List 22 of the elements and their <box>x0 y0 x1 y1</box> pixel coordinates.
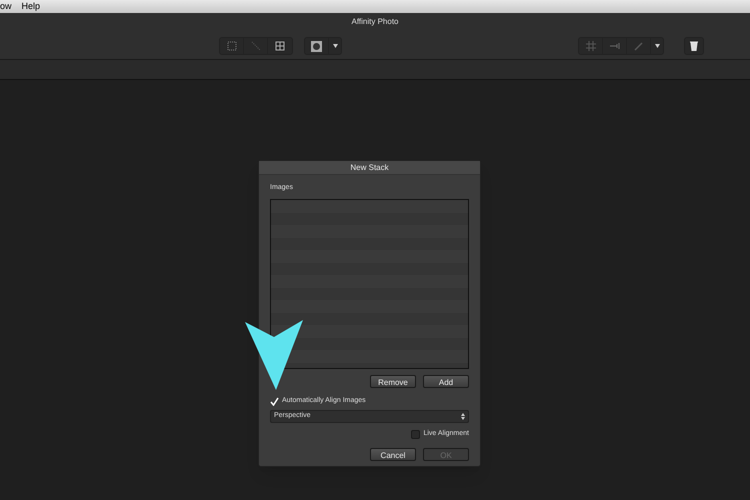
align-icon[interactable] <box>610 41 620 51</box>
menu-item[interactable]: ow <box>0 0 12 13</box>
stepper-icon <box>461 413 465 420</box>
dialog-button[interactable]: Remove <box>370 375 416 388</box>
checkbox[interactable] <box>411 430 420 438</box>
dropdown-caret-icon[interactable] <box>654 44 660 48</box>
selection-tools-group[interactable] <box>219 37 293 55</box>
trash-button[interactable] <box>684 37 704 55</box>
checkmark-icon <box>270 396 279 406</box>
menu-item[interactable]: Help <box>22 0 40 13</box>
trash-icon <box>690 41 698 51</box>
mask-tools-group[interactable] <box>304 37 342 55</box>
grid-select-icon[interactable] <box>275 41 285 51</box>
window-title: Affinity Photo <box>352 16 398 28</box>
dialog-button[interactable]: Cancel <box>370 448 416 461</box>
image-list[interactable] <box>270 199 469 369</box>
dropdown-caret-icon[interactable] <box>332 44 338 48</box>
dialog-button[interactable]: Add <box>423 375 469 388</box>
rectangle-select-icon[interactable] <box>226 41 236 51</box>
mask-icon[interactable] <box>311 40 322 52</box>
annotation-arrow <box>245 320 303 390</box>
dialog-title: New Stack <box>350 162 389 174</box>
